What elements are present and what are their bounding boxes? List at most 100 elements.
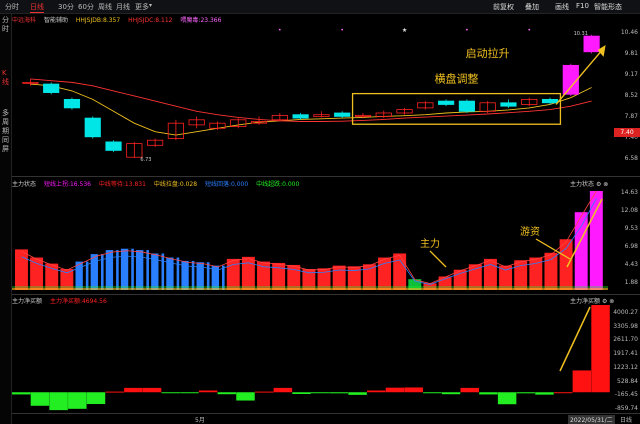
kline-axis-tick: 8.52 [624, 92, 638, 99]
kline-axis-tick: 9.17 [624, 71, 638, 78]
net-buy-chart[interactable] [12, 303, 612, 413]
sec2-axis-tick: 9.53 [624, 225, 638, 232]
left-side-strip: 分时 K线 多周期同屏 [0, 14, 12, 424]
state-bar-stripe [173, 257, 177, 290]
state-bar [393, 253, 407, 290]
candle-body [458, 100, 475, 112]
high-price-label: 10.31 [574, 31, 588, 37]
state-bar [362, 264, 376, 290]
state-bar [499, 265, 513, 290]
net-buy-bar [441, 392, 461, 395]
net-buy-bar [553, 392, 573, 394]
pane-divider-2 [12, 294, 640, 295]
net-buy-bar [591, 305, 610, 393]
smart-assist-label[interactable]: 智能辅助 [44, 17, 68, 24]
tab-60min[interactable]: 60分 [78, 2, 94, 12]
pink-marker: • [278, 27, 282, 34]
net-buy-bar [572, 370, 592, 393]
sec3-axis-tick: 1223.12 [613, 363, 638, 371]
state-bar [468, 264, 482, 290]
net-buy-pane[interactable] [12, 303, 612, 413]
state-bar [483, 258, 497, 290]
sec3-axis: 4000.27 3305.98 2611.70 1917.41 1223.12 528.8… [612, 303, 640, 413]
state-bar [75, 261, 89, 290]
net-buy-bar [479, 392, 498, 395]
state-bar [332, 265, 346, 290]
net-buy-bar [12, 392, 31, 395]
intraday-side-label[interactable]: 分时 [2, 16, 10, 34]
main-force-label: 主力 [420, 237, 440, 250]
sec3-axis-tick: 1917.41 [613, 350, 638, 358]
period-label: 日线 [620, 417, 633, 424]
net-buy-bar [497, 392, 517, 405]
state-bar-stripe [113, 250, 117, 290]
draw-line-button[interactable]: 画线 [555, 2, 569, 12]
candle-body [500, 102, 517, 107]
kline-axis-tick: 7.87 [624, 113, 638, 120]
more-chevron-icon[interactable]: ▾ [149, 2, 152, 9]
sec3-axis-tick: 4000.27 [613, 309, 638, 316]
sec3-axis-tick: 3305.98 [613, 322, 638, 330]
state-bar [241, 256, 255, 290]
state-bar-stripe [188, 260, 192, 290]
sec3-axis-tick: 528.84 [617, 377, 638, 385]
net-buy-bar [254, 391, 274, 393]
candle-body [105, 141, 122, 151]
net-buy-bar [124, 387, 143, 393]
net-buy-bar [180, 392, 199, 394]
kline-axis-tick: 9.81 [624, 50, 638, 57]
state-bar [226, 258, 240, 290]
candle-body [63, 98, 81, 109]
sec2-axis-tick: 1.88 [624, 279, 638, 286]
tab-intraday[interactable]: 分时 [5, 2, 19, 12]
net-buy-bar [142, 387, 162, 393]
sec2-axis-tick: 12.08 [620, 207, 638, 214]
state-bar [15, 249, 28, 290]
kline-chart[interactable]: 横盘调整启动拉升6.7310.31• • • • •★ [12, 27, 612, 167]
overlay-menu[interactable]: 叠加 [525, 2, 539, 12]
sec3-axis-tick: -165.45 [614, 391, 638, 399]
state-bar [196, 262, 210, 290]
sec2-axis-tick: 6.98 [624, 243, 638, 250]
kline-axis-tick: 10.46 [620, 29, 638, 36]
net-buy-bar [30, 392, 50, 406]
net-buy-bar [236, 392, 255, 401]
tab-more[interactable]: 更多 [135, 2, 149, 12]
state-bar [559, 239, 573, 290]
tab-monthly[interactable]: 月线 [116, 2, 130, 12]
sec3-axis-tick: -859.74 [614, 405, 638, 412]
tab-weekly[interactable]: 周线 [98, 2, 112, 12]
retail-label: 游资 [520, 225, 540, 238]
state-bar [438, 276, 452, 290]
indicator-hhjsjdb: HHJSJDB:8.357 [75, 17, 121, 24]
smart-pattern-button[interactable]: 智能形态 [594, 2, 622, 12]
tab-daily[interactable]: 日线 [30, 2, 44, 13]
net-buy-bar [535, 392, 554, 395]
net-buy-bar [161, 392, 180, 394]
net-buy-bar [423, 392, 442, 394]
date-bar: 5月 2022/05/31/二 日线 [12, 413, 640, 424]
kline-side-label[interactable]: K线 [2, 69, 10, 87]
breakout-label: 启动拉升 [466, 46, 510, 60]
net-buy-bar [311, 392, 330, 394]
f10-button[interactable]: F10 [576, 2, 589, 10]
adjust-menu[interactable]: 前复权 [493, 2, 514, 12]
candle-body [541, 98, 559, 104]
candle-body [84, 117, 101, 138]
candle-body [583, 35, 600, 53]
main-force-state-pane[interactable]: 主力 游资 [12, 187, 612, 293]
candle-body [334, 112, 351, 117]
candle-body [438, 100, 455, 105]
main-force-state-chart[interactable]: 主力 游资 [12, 187, 612, 293]
net-buy-bar [273, 387, 293, 393]
kline-pane[interactable]: 横盘调整 启动拉升 6.73 10.31 • • • • • ★ [12, 27, 612, 167]
tab-30min[interactable]: 30分 [58, 2, 74, 12]
month-label: 5月 [195, 417, 205, 424]
net-buy-bar [198, 390, 218, 393]
net-buy-bar [68, 392, 87, 409]
current-price-box: 7.40 [614, 128, 640, 137]
sec2-axis-tick: 14.63 [620, 189, 638, 196]
net-buy-bar [516, 392, 536, 394]
multi-period-side-label[interactable]: 多周期同屏 [2, 109, 10, 154]
state-bar [544, 252, 558, 290]
